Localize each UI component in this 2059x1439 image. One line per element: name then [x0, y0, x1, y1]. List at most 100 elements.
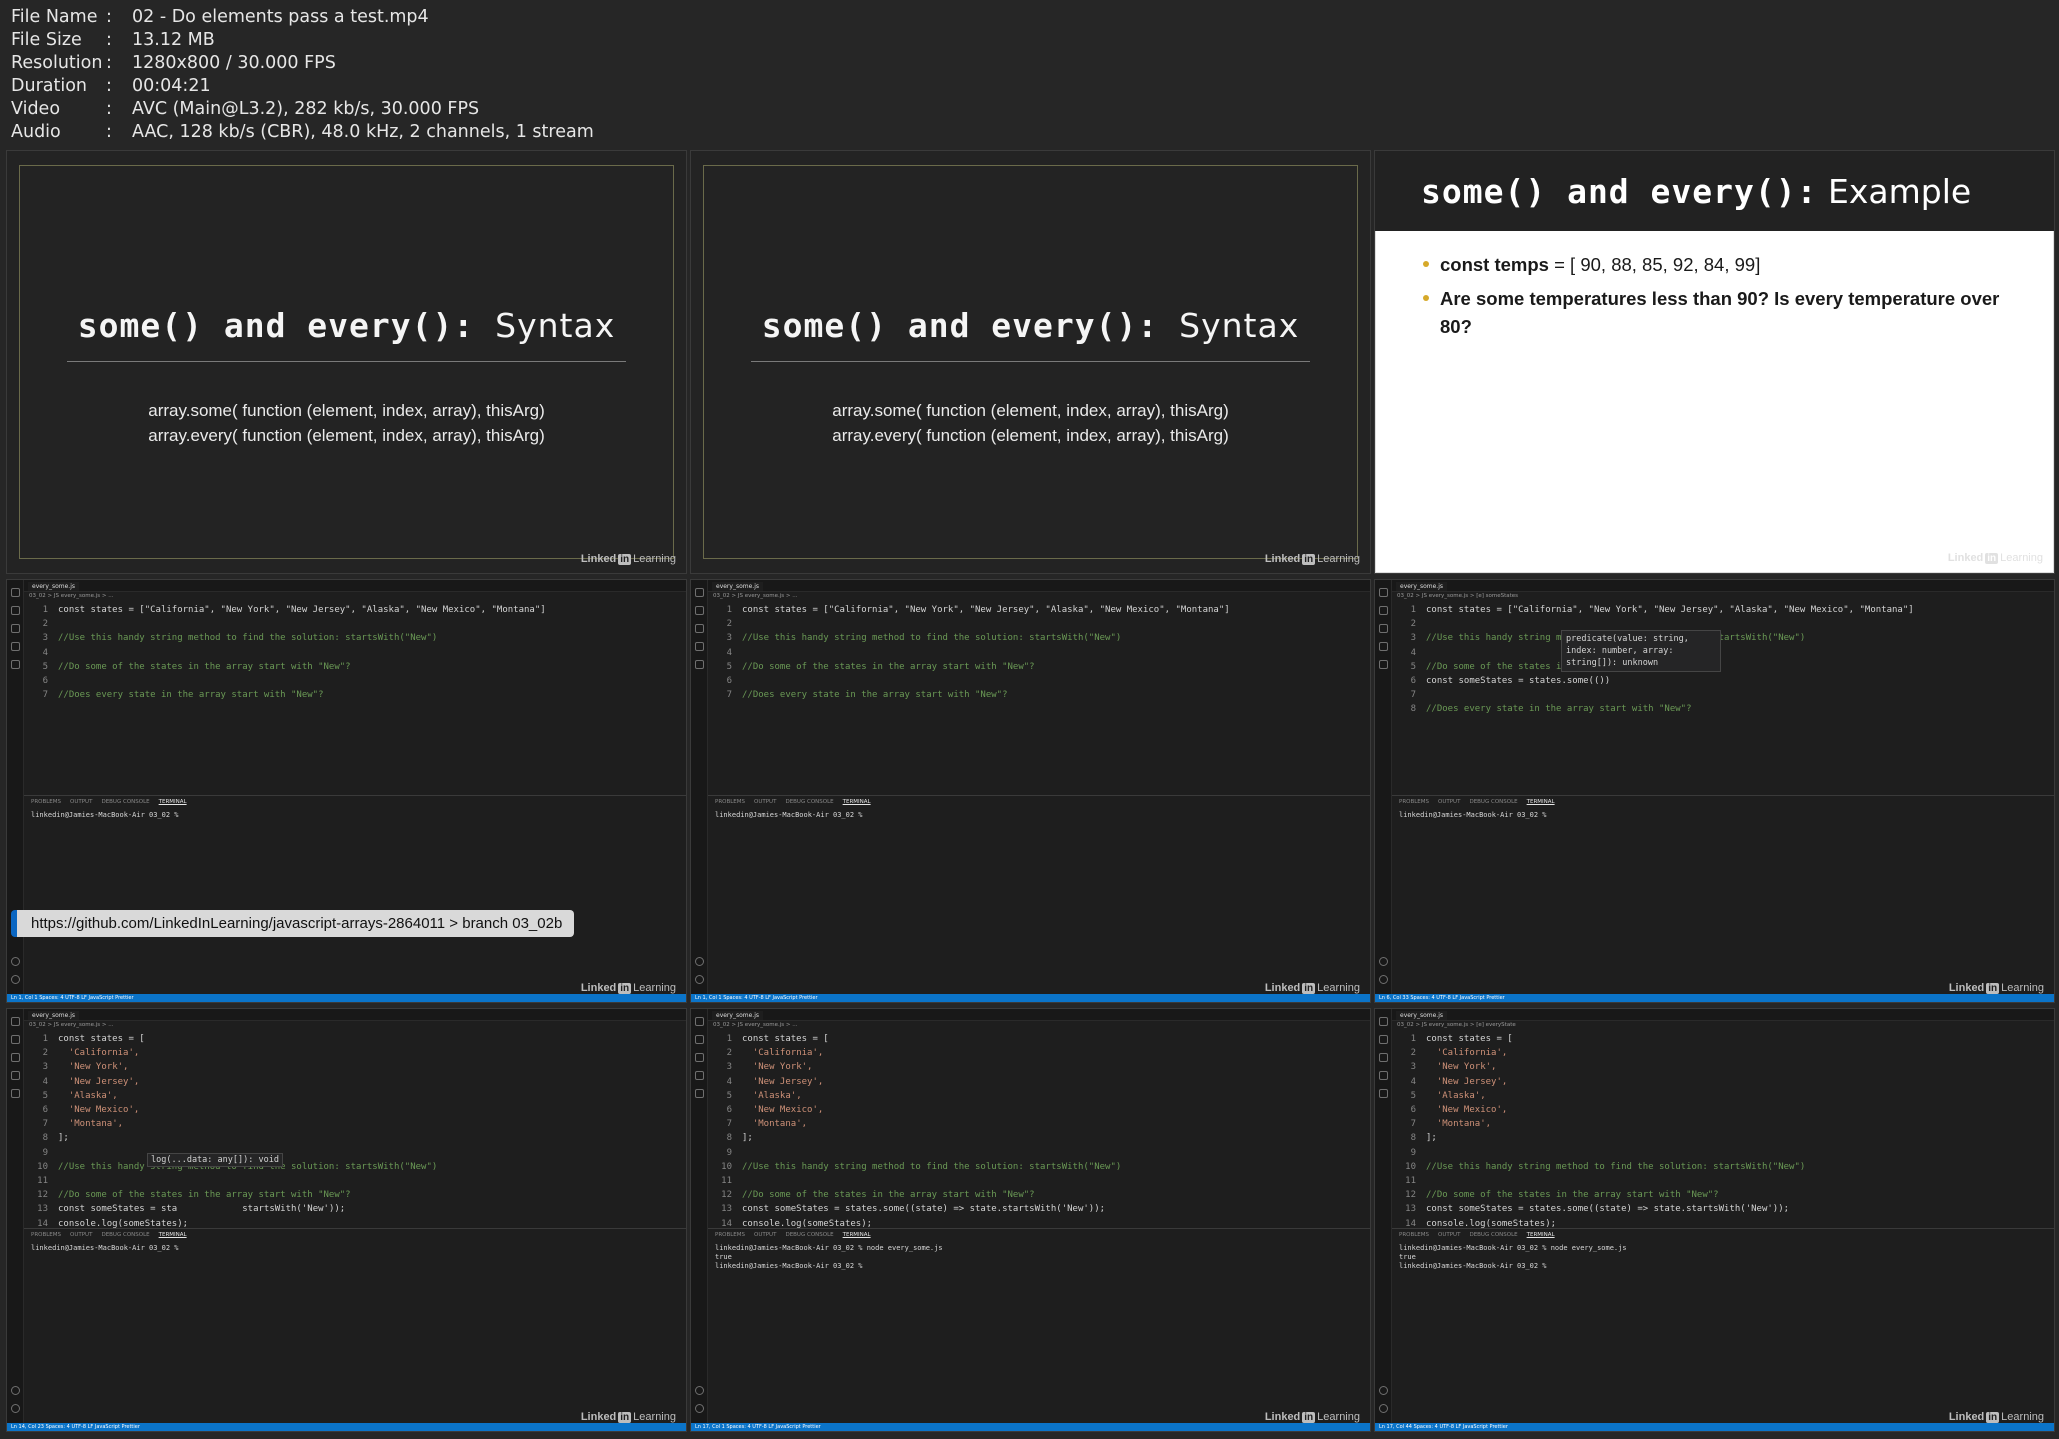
code-editor[interactable]: 1 const states = ["California", "New York… — [24, 603, 676, 702]
gear-icon[interactable] — [11, 975, 20, 984]
terminal-output[interactable]: linkedin@Jamies-MacBook-Air 03_02 % — [1399, 811, 1551, 820]
breadcrumb[interactable]: 03_02 > JS every_some.js > ... — [713, 593, 797, 599]
panel-tab[interactable]: PROBLEMS — [715, 1232, 745, 1238]
panel-tab[interactable]: TERMINAL — [159, 1232, 187, 1238]
run-debug-icon[interactable] — [695, 1071, 704, 1080]
editor-tab[interactable]: every_some.js — [712, 1011, 763, 1020]
panel-tab[interactable]: TERMINAL — [1527, 799, 1555, 805]
gear-icon[interactable] — [695, 1404, 704, 1413]
account-icon[interactable] — [11, 1386, 20, 1395]
terminal-output[interactable]: linkedin@Jamies-MacBook-Air 03_02 % — [715, 811, 867, 820]
panel-tab[interactable]: DEBUG CONSOLE — [1469, 799, 1517, 805]
panel-tab[interactable]: OUTPUT — [754, 799, 776, 805]
explorer-icon[interactable] — [1379, 1017, 1388, 1026]
search-icon[interactable] — [695, 606, 704, 615]
account-icon[interactable] — [1379, 957, 1388, 966]
breadcrumb[interactable]: 03_02 > JS every_some.js > ... — [29, 1022, 113, 1028]
terminal-output[interactable]: linkedin@Jamies-MacBook-Air 03_02 % node… — [715, 1244, 943, 1271]
search-icon[interactable] — [11, 1035, 20, 1044]
gear-icon[interactable] — [1379, 1404, 1388, 1413]
explorer-icon[interactable] — [695, 1017, 704, 1026]
panel-tab[interactable]: TERMINAL — [843, 1232, 871, 1238]
gear-icon[interactable] — [1379, 975, 1388, 984]
extensions-icon[interactable] — [11, 1089, 20, 1098]
code-editor[interactable]: 1 const states = ["California", "New York… — [708, 603, 1360, 702]
panel-tab[interactable]: DEBUG CONSOLE — [101, 799, 149, 805]
terminal-output[interactable]: linkedin@Jamies-MacBook-Air 03_02 % node… — [1399, 1244, 1627, 1271]
panel-tab[interactable]: PROBLEMS — [715, 799, 745, 805]
run-debug-icon[interactable] — [1379, 642, 1388, 651]
breadcrumb[interactable]: 03_02 > JS every_some.js > [e] everyStat… — [1397, 1022, 1516, 1028]
panel-tab[interactable]: TERMINAL — [159, 799, 187, 805]
line-number: 12 — [37, 1190, 48, 1201]
source-control-icon[interactable] — [695, 624, 704, 633]
panel-tab[interactable]: DEBUG CONSOLE — [785, 799, 833, 805]
extensions-icon[interactable] — [1379, 660, 1388, 669]
run-debug-icon[interactable] — [11, 642, 20, 651]
panel-tab[interactable]: OUTPUT — [1438, 1232, 1460, 1238]
account-icon[interactable] — [695, 957, 704, 966]
source-control-icon[interactable] — [11, 1053, 20, 1062]
explorer-icon[interactable] — [1379, 588, 1388, 597]
github-branch-banner[interactable]: https://github.com/LinkedInLearning/java… — [11, 910, 575, 937]
panel-tab[interactable]: TERMINAL — [843, 799, 871, 805]
panel-tab[interactable]: DEBUG CONSOLE — [101, 1232, 149, 1238]
breadcrumb[interactable]: 03_02 > JS every_some.js > [e] someState… — [1397, 593, 1518, 599]
account-icon[interactable] — [1379, 1386, 1388, 1395]
breadcrumb[interactable]: 03_02 > JS every_some.js > ... — [713, 1022, 797, 1028]
panel-tab[interactable]: OUTPUT — [1438, 799, 1460, 805]
panel-tab[interactable]: OUTPUT — [70, 799, 92, 805]
code-line: 8]; — [24, 1131, 676, 1145]
line-number: 9 — [1410, 1147, 1416, 1158]
panel-tab[interactable]: TERMINAL — [1527, 1232, 1555, 1238]
gear-icon[interactable] — [11, 1404, 20, 1413]
slide-title-code: some() and every(): — [1421, 171, 1818, 211]
line-number: 1 — [42, 1034, 48, 1044]
slide-frame — [703, 165, 1358, 559]
extensions-icon[interactable] — [1379, 1089, 1388, 1098]
editor-tab[interactable]: every_some.js — [1396, 1011, 1447, 1020]
account-icon[interactable] — [695, 1386, 704, 1395]
run-debug-icon[interactable] — [1379, 1071, 1388, 1080]
explorer-icon[interactable] — [695, 588, 704, 597]
editor-tab[interactable]: every_some.js — [28, 582, 79, 591]
gear-icon[interactable] — [695, 975, 704, 984]
panel-tab[interactable]: OUTPUT — [70, 1232, 92, 1238]
search-icon[interactable] — [1379, 1035, 1388, 1044]
extensions-icon[interactable] — [695, 660, 704, 669]
terminal-output[interactable]: linkedin@Jamies-MacBook-Air 03_02 % — [31, 811, 183, 820]
editor-tab[interactable]: every_some.js — [712, 582, 763, 591]
line-number: 3 — [42, 633, 48, 644]
panel-tab[interactable]: PROBLEMS — [1399, 799, 1429, 805]
run-debug-icon[interactable] — [695, 642, 704, 651]
panel-tab[interactable]: OUTPUT — [754, 1232, 776, 1238]
panel-tab[interactable]: PROBLEMS — [31, 1232, 61, 1238]
search-icon[interactable] — [11, 606, 20, 615]
editor-thumbnail: every_some.js 03_02 > JS every_some.js > … — [690, 1008, 1371, 1432]
code-line: 12 //Do some of the states in the array s… — [24, 1188, 676, 1202]
panel-tab[interactable]: DEBUG CONSOLE — [785, 1232, 833, 1238]
editor-tab[interactable]: every_some.js — [28, 1011, 79, 1020]
source-control-icon[interactable] — [695, 1053, 704, 1062]
extensions-icon[interactable] — [695, 1089, 704, 1098]
run-debug-icon[interactable] — [11, 1071, 20, 1080]
editor-tab[interactable]: every_some.js — [1396, 582, 1447, 591]
explorer-icon[interactable] — [11, 588, 20, 597]
explorer-icon[interactable] — [11, 1017, 20, 1026]
search-icon[interactable] — [1379, 606, 1388, 615]
code-line: 8 //Does every state in the array start w… — [1392, 702, 2044, 716]
source-control-icon[interactable] — [11, 624, 20, 633]
code-line: 1 const states = ["California", "New York… — [24, 603, 676, 617]
panel-tab[interactable]: PROBLEMS — [31, 799, 61, 805]
breadcrumb[interactable]: 03_02 > JS every_some.js > ... — [29, 593, 113, 599]
panel-tab[interactable]: DEBUG CONSOLE — [1469, 1232, 1517, 1238]
panel-tab[interactable]: PROBLEMS — [1399, 1232, 1429, 1238]
search-icon[interactable] — [695, 1035, 704, 1044]
source-control-icon[interactable] — [1379, 624, 1388, 633]
line-number: 3 — [726, 1062, 732, 1073]
source-control-icon[interactable] — [1379, 1053, 1388, 1062]
terminal-output[interactable]: linkedin@Jamies-MacBook-Air 03_02 % — [31, 1244, 183, 1253]
extensions-icon[interactable] — [11, 660, 20, 669]
account-icon[interactable] — [11, 957, 20, 966]
